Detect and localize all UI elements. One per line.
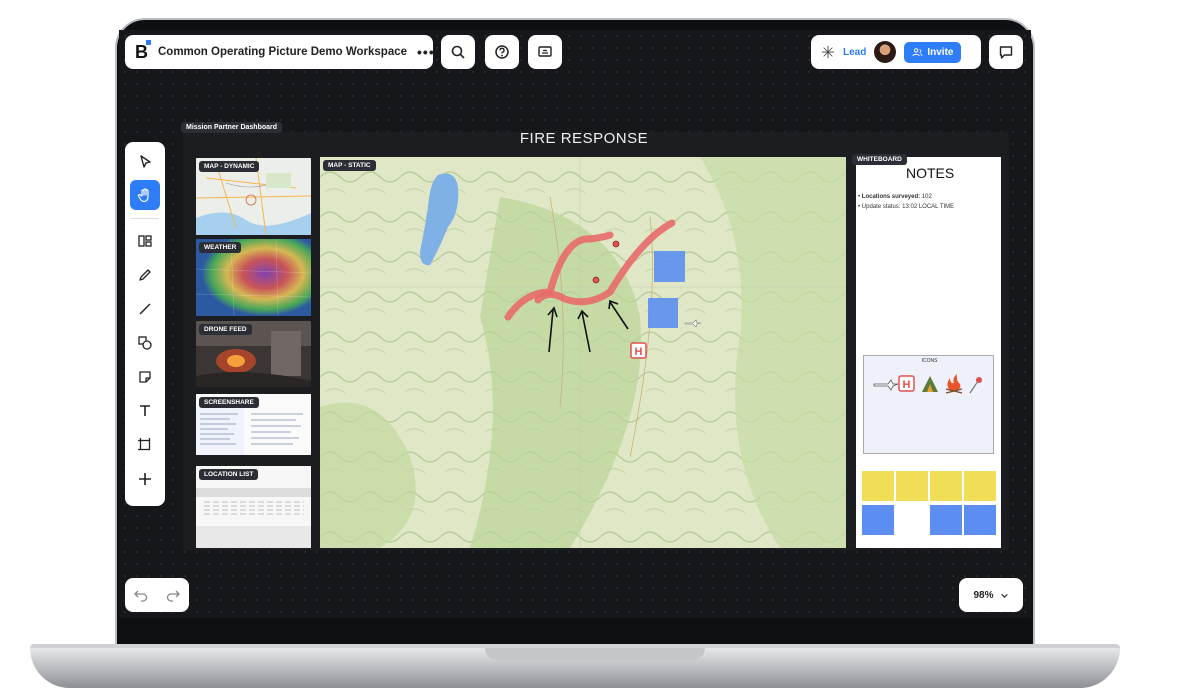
static-map-tile[interactable]: H MAP - STATIC xyxy=(320,157,846,548)
redo-icon[interactable] xyxy=(165,587,181,603)
shapes-tool[interactable] xyxy=(130,328,160,358)
tile-tag-location-list: LOCATION LIST xyxy=(199,469,259,480)
collaboration-bar: Lead Invite xyxy=(811,35,981,69)
shapes-icon xyxy=(138,336,152,350)
map-dynamic-tile[interactable]: MAP - DYNAMIC xyxy=(196,158,311,235)
comment-icon xyxy=(999,46,1013,59)
location-list-tile[interactable]: LOCATION LIST xyxy=(196,466,311,548)
note-locations[interactable]: • Locations surveyed: 102 xyxy=(858,194,932,200)
dashboard-title[interactable]: FIRE RESPONSE xyxy=(469,130,699,147)
whiteboard-tile[interactable]: NOTES • Locations surveyed: 102 • Update… xyxy=(852,154,1001,548)
pencil-tool[interactable] xyxy=(130,260,160,290)
present-button[interactable] xyxy=(528,35,562,69)
undo-icon[interactable] xyxy=(133,587,149,603)
screenshare-tile[interactable]: SCREENSHARE xyxy=(196,394,311,455)
history-controls xyxy=(125,578,189,612)
brand-logo-icon[interactable]: B xyxy=(135,39,151,63)
comments-button[interactable] xyxy=(989,35,1023,69)
tile-tag-screenshare: SCREENSHARE xyxy=(199,397,259,408)
text-icon xyxy=(140,405,150,416)
zoom-level: 98% xyxy=(973,589,994,601)
tool-palette xyxy=(125,142,165,506)
note-status-value: 13:02 LOCAL TIME xyxy=(902,204,955,210)
workspace-title-bar: B Common Operating Picture Demo Workspac… xyxy=(125,35,435,69)
workspace-title[interactable]: Common Operating Picture Demo Workspace xyxy=(158,46,407,58)
map-pin-icon[interactable] xyxy=(969,377,982,394)
plus-icon xyxy=(139,473,151,485)
line-tool[interactable] xyxy=(130,294,160,324)
camp-tent-icon[interactable] xyxy=(922,376,938,392)
search-button[interactable] xyxy=(441,35,475,69)
select-arrow-icon xyxy=(140,155,151,168)
tile-tag-map-static: MAP - STATIC xyxy=(323,160,376,171)
fire-icon[interactable] xyxy=(945,374,963,394)
tile-tag-weather: WEATHER xyxy=(199,242,242,253)
laptop-bezel-bottom xyxy=(117,618,1033,646)
pencil-icon xyxy=(139,269,151,281)
sticky-note-yellow[interactable] xyxy=(964,471,996,501)
layout-tool[interactable] xyxy=(130,226,160,256)
invite-label: Invite xyxy=(927,46,954,58)
note-status[interactable]: • Update status: 13:02 LOCAL TIME xyxy=(858,204,954,210)
sticky-note-yellow[interactable] xyxy=(862,471,894,501)
sticky-note-tool[interactable] xyxy=(130,362,160,392)
sticky-note-yellow[interactable] xyxy=(896,471,928,501)
app-canvas[interactable]: B Common Operating Picture Demo Workspac… xyxy=(119,30,1031,618)
role-badge[interactable]: Lead xyxy=(843,47,866,58)
hand-icon xyxy=(137,188,149,203)
select-tool[interactable] xyxy=(130,147,160,177)
hospital-icon[interactable]: H xyxy=(898,375,915,392)
tile-tag-whiteboard: WHITEBOARD xyxy=(852,154,907,165)
layout-icon xyxy=(138,235,152,247)
note-locations-value: 102 xyxy=(921,194,932,200)
icons-panel-label: ICONS xyxy=(921,358,938,364)
hand-tool[interactable] xyxy=(130,180,160,210)
frame-icon xyxy=(138,438,151,451)
note-locations-label: Locations surveyed: xyxy=(861,194,921,200)
svg-text:H: H xyxy=(903,379,911,391)
airplane-icon[interactable] xyxy=(873,379,899,391)
users-icon xyxy=(912,47,923,56)
avatar[interactable] xyxy=(874,41,897,63)
frame-tool[interactable] xyxy=(130,430,160,460)
weather-tile[interactable]: WEATHER xyxy=(196,239,311,316)
note-status-label: Update status: xyxy=(861,204,901,210)
tile-tag-map-dynamic: MAP - DYNAMIC xyxy=(199,161,260,172)
line-icon xyxy=(139,303,151,315)
sticky-note-yellow[interactable] xyxy=(930,471,962,501)
svg-text:H: H xyxy=(635,346,643,358)
icons-panel[interactable]: ICONS H xyxy=(863,355,994,454)
terrain-map: H xyxy=(320,157,846,548)
text-tool[interactable] xyxy=(130,396,160,426)
sparkle-icon[interactable] xyxy=(821,45,835,59)
sticky-note-blue[interactable] xyxy=(964,505,996,535)
sticky-note-blue[interactable] xyxy=(930,505,962,535)
icons-legend: H xyxy=(873,374,982,394)
more-options-button[interactable]: ••• xyxy=(417,44,435,60)
laptop-notch xyxy=(485,648,705,660)
notes-title[interactable]: NOTES xyxy=(856,165,1001,181)
search-icon xyxy=(451,45,465,59)
add-tool[interactable] xyxy=(130,464,160,494)
sticky-note-icon xyxy=(139,371,151,383)
present-icon xyxy=(538,46,552,57)
zoom-control[interactable]: 98% xyxy=(959,578,1023,612)
tile-tag-drone: DRONE FEED xyxy=(199,324,252,335)
invite-button[interactable]: Invite xyxy=(904,41,962,63)
frame-label[interactable]: Mission Partner Dashboard xyxy=(181,122,283,133)
chevron-down-icon xyxy=(1000,593,1008,598)
sticky-note-blue[interactable] xyxy=(862,505,894,535)
drone-feed-tile[interactable]: DRONE FEED xyxy=(196,321,311,387)
help-button[interactable] xyxy=(485,35,519,69)
toolbar-divider xyxy=(131,218,159,219)
help-icon xyxy=(495,45,509,59)
